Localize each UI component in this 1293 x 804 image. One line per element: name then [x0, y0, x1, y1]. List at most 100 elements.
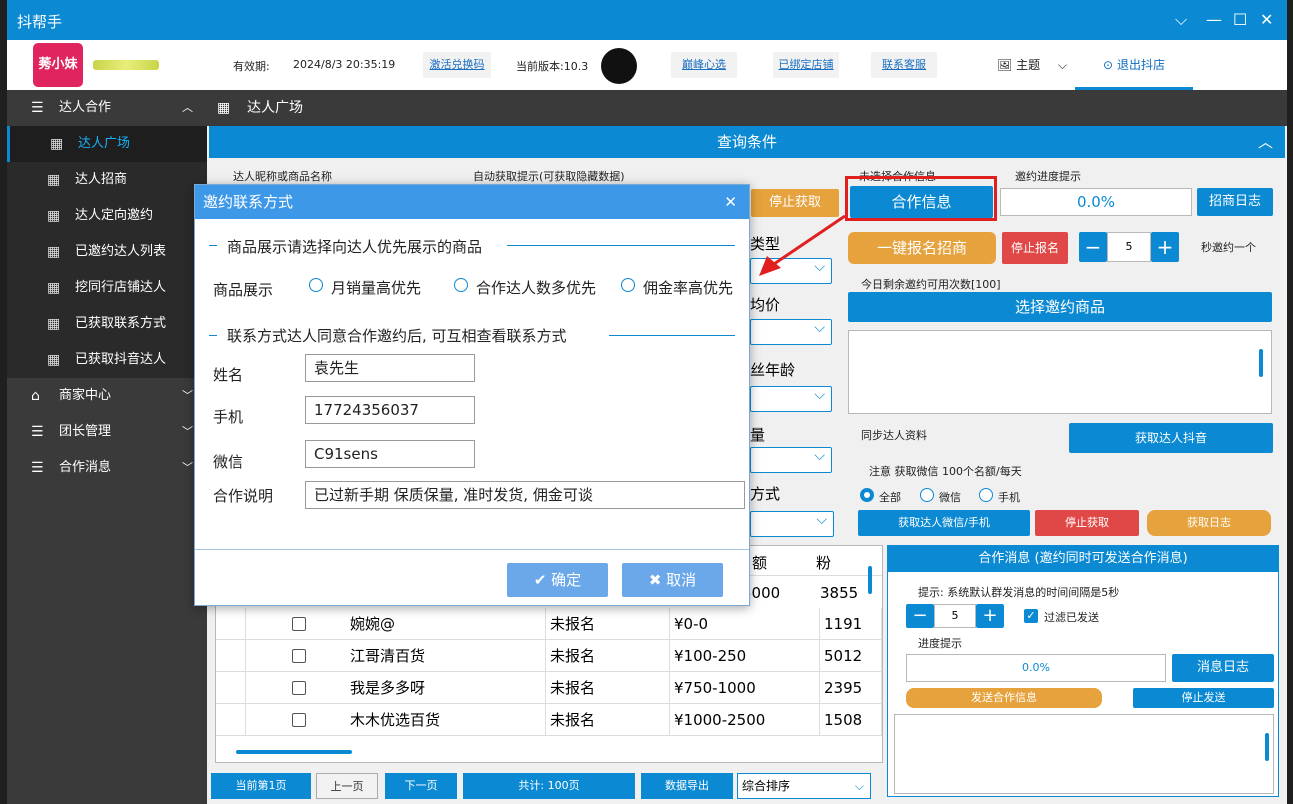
stop-send-button[interactable]: 停止发送 — [1133, 688, 1274, 708]
prev-page-button[interactable]: 上一页 — [316, 773, 378, 799]
send-coop-button[interactable]: 发送合作信息 — [906, 688, 1102, 708]
sort-dropdown[interactable]: 综合排序 ⌵ — [737, 773, 871, 799]
interval-stepper-value[interactable]: 5 — [1107, 232, 1151, 262]
home-icon: ⌂ — [31, 388, 40, 404]
item-label: 达人招商 — [75, 172, 128, 187]
cell-price: ¥0-0 — [670, 608, 820, 640]
coop-message-text[interactable] — [894, 714, 1274, 794]
group-label: 达人合作 — [59, 100, 112, 115]
bound-shop-link[interactable]: 已绑定店铺 — [773, 52, 839, 78]
close-icon[interactable]: ✕ — [724, 185, 737, 219]
image-icon: 🖼 — [997, 58, 1013, 72]
current-page-button[interactable]: 当前第1页 — [211, 773, 311, 799]
radio-commission[interactable] — [621, 278, 635, 292]
age-dropdown[interactable]: ⌵ — [750, 386, 832, 412]
logout-button[interactable]: ⊙ 退出抖店 — [1075, 40, 1193, 90]
select-goods-button[interactable]: 选择邀约商品 — [848, 292, 1272, 322]
qty-dropdown[interactable]: ⌵ — [750, 447, 832, 473]
chevron-down-icon: ⌵ — [814, 259, 825, 275]
minus-button[interactable]: − — [1079, 232, 1107, 262]
window-menu-icon[interactable]: ⌵ — [1175, 10, 1187, 30]
list-icon: ☰ — [31, 100, 44, 116]
scrollbar-thumb[interactable] — [1259, 349, 1263, 377]
item-label: 已邀约达人列表 — [75, 244, 167, 259]
table-row[interactable]: 我是多多呀 未报名 ¥750-1000 2395 — [216, 672, 882, 704]
fetch-log-button[interactable]: 获取日志 — [1147, 510, 1271, 536]
cancel-button[interactable]: ✖ 取消 — [622, 563, 723, 597]
maximize-icon[interactable]: ☐ — [1233, 10, 1247, 29]
sidebar-group-leader[interactable]: ☰ 团长管理 ﹀ — [7, 414, 207, 450]
chevron-up-icon[interactable]: ︿ — [1258, 126, 1273, 158]
message-log-button[interactable]: 消息日志 — [1172, 654, 1274, 682]
table-row[interactable]: 婉婉@ 未报名 ¥0-0 1191 — [216, 608, 882, 640]
stop-signup-button[interactable]: 停止报名 — [1002, 232, 1068, 264]
sidebar-item-talent-square[interactable]: ▦ 达人广场 — [7, 126, 207, 162]
close-icon[interactable]: ✕ — [1260, 10, 1273, 29]
fetch-wechat-button[interactable]: 获取达人微信/手机 — [858, 510, 1030, 536]
coop-plus-button[interactable]: + — [976, 604, 1004, 628]
contact-support-link[interactable]: 联系客服 — [871, 52, 937, 78]
item-label: 已获取抖音达人 — [75, 352, 167, 367]
way-dropdown[interactable]: ⌵ — [750, 511, 834, 537]
sidebar-group-talent[interactable]: ☰ 达人合作 ︿ — [7, 90, 207, 126]
vertical-scrollbar[interactable] — [868, 566, 872, 594]
row-checkbox[interactable] — [292, 681, 306, 695]
invite-contact-dialog: 邀约联系方式 ✕ 商品展示请选择向达人优先展示的商品 商品展示 月销量高优先 合… — [194, 184, 750, 606]
one-key-signup-button[interactable]: 一键报名招商 — [848, 232, 996, 264]
row-checkbox[interactable] — [292, 649, 306, 663]
type-dropdown[interactable]: ⌵ — [750, 258, 832, 284]
logout-label: 退出抖店 — [1116, 58, 1165, 72]
radio-phone[interactable] — [979, 488, 993, 502]
price-dropdown[interactable]: ⌵ — [750, 319, 832, 345]
confirm-button[interactable]: ✔ 确定 — [507, 563, 608, 597]
row-checkbox[interactable] — [292, 617, 306, 631]
coop-minus-button[interactable]: − — [906, 604, 934, 628]
radio-wechat[interactable] — [920, 488, 934, 502]
name-label: 姓名 — [213, 366, 244, 384]
shop-link[interactable]: 巅峰心选 — [671, 52, 737, 78]
plus-button[interactable]: + — [1151, 232, 1179, 262]
name-field[interactable]: 袁先生 — [305, 354, 475, 382]
table-row[interactable]: 木木优选百货 未报名 ¥1000-2500 1508 — [216, 704, 882, 736]
sidebar-item-contacts[interactable]: ▦ 已获取联系方式 — [7, 306, 207, 342]
sidebar-item-targeted-invite[interactable]: ▦ 达人定向邀约 — [7, 198, 207, 234]
phone-field[interactable]: 17724356037 — [305, 396, 475, 424]
note-field[interactable]: 已过新手期 保质保量, 准时发货, 佣金可谈 — [305, 481, 745, 509]
sidebar-item-competitor-talent[interactable]: ▦ 挖同行店铺达人 — [7, 270, 207, 306]
coop-stepper-value[interactable]: 5 — [934, 604, 976, 628]
radio-coop-count[interactable] — [454, 278, 468, 292]
radio-monthly-sales[interactable] — [309, 278, 323, 292]
table-row[interactable]: 江哥清百货 未报名 ¥100-250 5012 — [216, 640, 882, 672]
filter-sent-checkbox[interactable]: ✓ — [1024, 609, 1038, 623]
sidebar-item-recruit[interactable]: ▦ 达人招商 — [7, 162, 207, 198]
row-checkbox[interactable] — [292, 713, 306, 727]
radio-wechat-label: 微信 — [939, 491, 961, 504]
filter-price-label: 均价 — [750, 296, 781, 314]
stop-fetch-wechat-button[interactable]: 停止获取 — [1035, 510, 1139, 536]
chevron-down-icon: ⌵ — [816, 512, 827, 528]
wechat-field[interactable]: C91sens — [305, 440, 475, 468]
coop-progress-bar: 0.0% — [906, 654, 1166, 682]
section-nickname: 达人昵称或商品名称 — [233, 170, 332, 183]
theme-label: 主题 — [1016, 58, 1041, 72]
scrollbar-thumb[interactable] — [1265, 733, 1269, 761]
query-panel-header[interactable]: 查询条件 ︿ — [209, 126, 1285, 158]
sidebar-item-invited-list[interactable]: ▦ 已邀约达人列表 — [7, 234, 207, 270]
total-pages: 共计: 100页 — [463, 773, 635, 799]
logout-icon: ⊙ — [1103, 58, 1114, 72]
sidebar-group-merchant[interactable]: ⌂ 商家中心 ﹀ — [7, 378, 207, 414]
horizontal-scrollbar[interactable] — [236, 750, 352, 754]
app-window: 抖帮手 ⌵ — ☐ ✕ 莠小妹 有效期: 2024/8/3 20:35:19 激… — [7, 0, 1287, 804]
fetch-douyin-button[interactable]: 获取达人抖音 — [1069, 423, 1273, 453]
stop-fetch-button[interactable]: 停止获取 — [751, 189, 839, 217]
recruit-log-button[interactable]: 招商日志 — [1197, 188, 1273, 216]
radio-all[interactable] — [860, 488, 874, 502]
sidebar-item-douyin-talent[interactable]: ▦ 已获取抖音达人 — [7, 342, 207, 378]
export-button[interactable]: 数据导出 — [641, 773, 733, 799]
theme-selector[interactable]: 🖼 主题 ⌵ — [997, 56, 1067, 73]
minimize-icon[interactable]: — — [1206, 10, 1222, 29]
activate-code-link[interactable]: 激活兑换码 — [423, 52, 491, 78]
goods-list[interactable] — [848, 330, 1272, 414]
next-page-button[interactable]: 下一页 — [385, 773, 457, 799]
sidebar-group-messages[interactable]: ☰ 合作消息 ﹀ — [7, 450, 207, 486]
